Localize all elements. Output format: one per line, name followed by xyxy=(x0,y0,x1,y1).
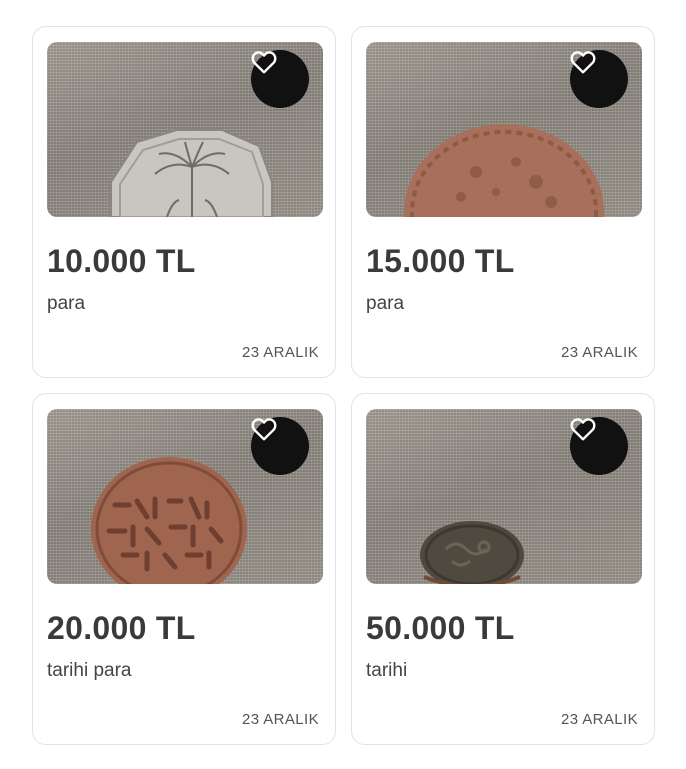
listing-title: para xyxy=(47,293,86,314)
listing-title: tarihi para xyxy=(47,660,132,681)
listing-date: 23 ARALIK xyxy=(561,711,638,728)
favorite-button[interactable] xyxy=(570,417,628,475)
listing-price: 10.000 TL xyxy=(47,243,196,279)
listing-price: 15.000 TL xyxy=(366,243,515,279)
listing-card[interactable]: 50.000 TL tarihi 23 ARALIK xyxy=(351,393,655,745)
listing-photo[interactable] xyxy=(366,42,642,217)
listing-grid: 10.000 TL para 23 ARALIK 15.000 TL para … xyxy=(0,0,686,769)
listing-date: 23 ARALIK xyxy=(242,344,319,361)
listing-photo[interactable] xyxy=(47,42,323,217)
listing-title: para xyxy=(366,293,405,314)
favorite-button[interactable] xyxy=(570,50,628,108)
listing-photo[interactable] xyxy=(47,409,323,584)
favorite-button[interactable] xyxy=(251,417,309,475)
listing-date: 23 ARALIK xyxy=(242,711,319,728)
listing-card[interactable]: 20.000 TL tarihi para 23 ARALIK xyxy=(32,393,336,745)
listing-card[interactable]: 15.000 TL para 23 ARALIK xyxy=(351,26,655,378)
listing-photo[interactable] xyxy=(366,409,642,584)
listing-title: tarihi xyxy=(366,660,408,681)
listing-price: 20.000 TL xyxy=(47,610,196,646)
listing-date: 23 ARALIK xyxy=(561,344,638,361)
listing-card[interactable]: 10.000 TL para 23 ARALIK xyxy=(32,26,336,378)
listing-price: 50.000 TL xyxy=(366,610,515,646)
favorite-button[interactable] xyxy=(251,50,309,108)
